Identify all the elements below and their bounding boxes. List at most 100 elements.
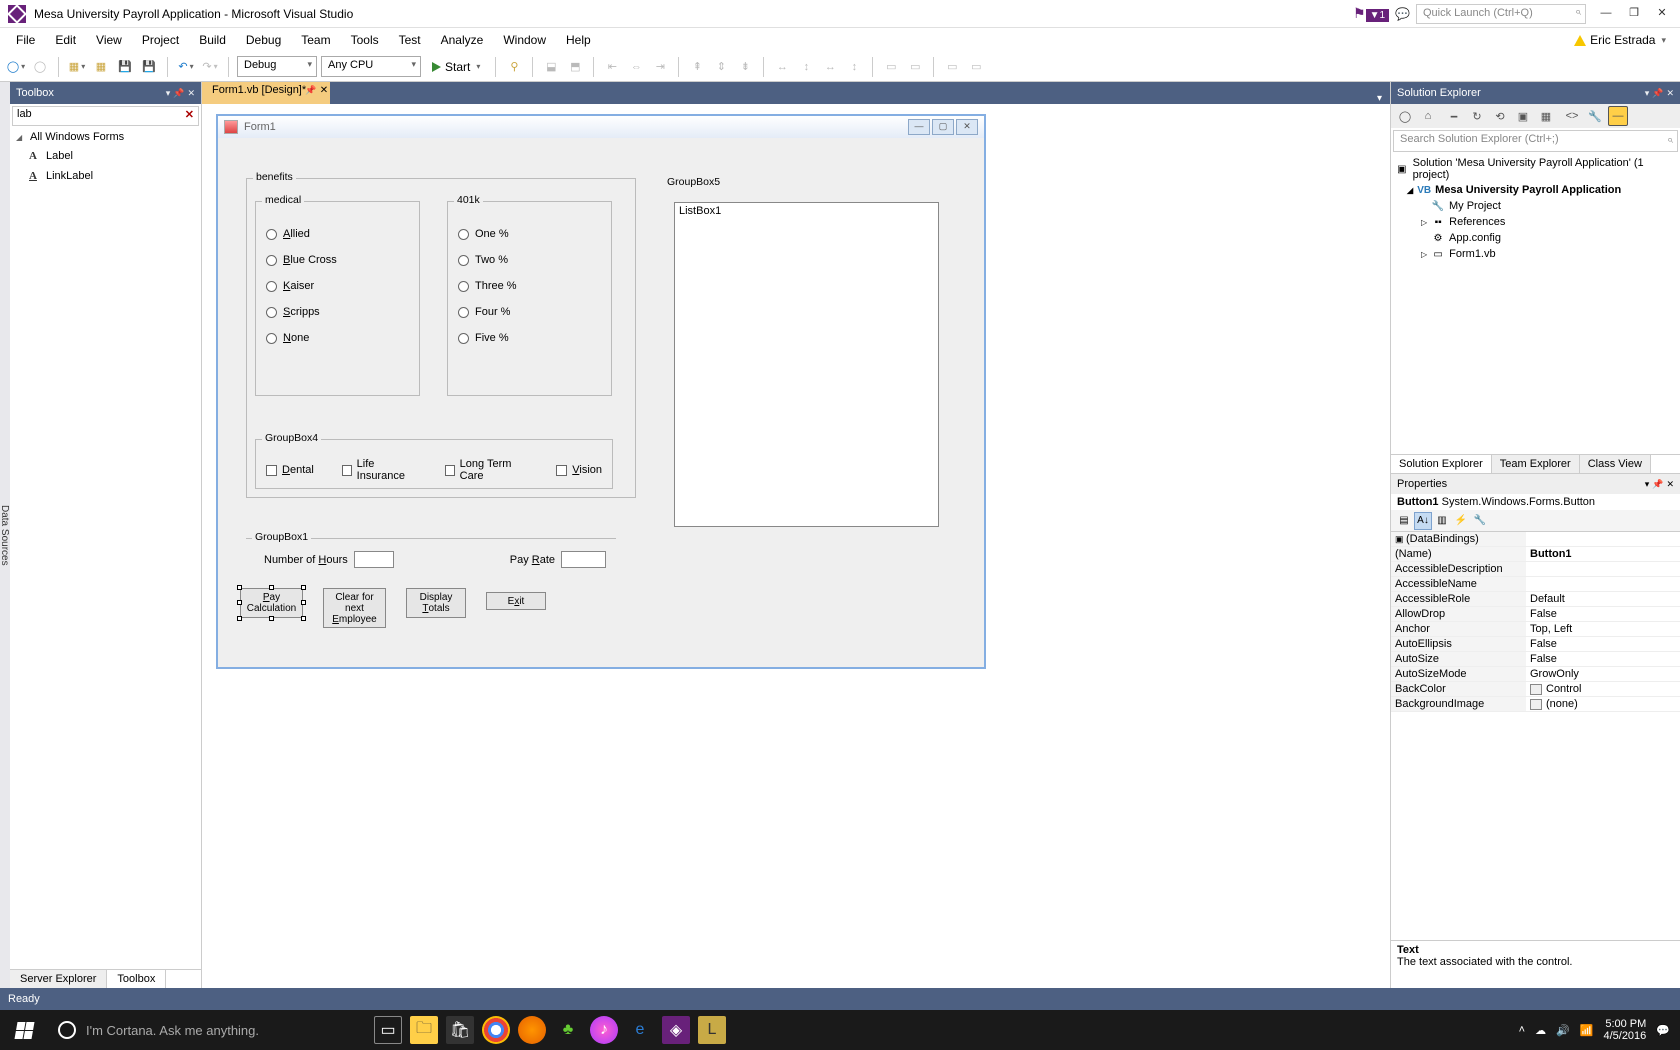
sln-root[interactable]: ▣Solution 'Mesa University Payroll Appli… [1391, 156, 1680, 182]
menu-analyze[interactable]: Analyze [431, 31, 494, 49]
minimize-button[interactable]: — [1592, 4, 1620, 24]
back-icon[interactable]: ◯ [1395, 106, 1415, 126]
save-all-button[interactable]: 💾 [139, 57, 159, 77]
preview-icon[interactable]: — [1608, 106, 1628, 126]
quick-launch-input[interactable]: Quick Launch (Ctrl+Q) [1416, 4, 1586, 24]
radio-two[interactable]: Two % [458, 254, 601, 266]
sln-icon[interactable]: 🗕 [1444, 106, 1464, 126]
start-debug-button[interactable]: Start [425, 56, 487, 78]
signed-in-user[interactable]: Eric Estrada [1590, 33, 1655, 47]
property-row[interactable]: AutoSizeModeGrowOnly [1391, 667, 1680, 682]
back-button[interactable]: ◯ [6, 57, 26, 77]
menu-view[interactable]: View [86, 31, 132, 49]
config-combo[interactable]: Debug [237, 56, 317, 77]
radio-kaiser[interactable]: Kaiser [266, 280, 409, 292]
close-icon[interactable]: ✕ [187, 88, 195, 99]
pin-icon[interactable]: 📌 [305, 85, 316, 96]
property-row[interactable]: AutoEllipsisFalse [1391, 637, 1680, 652]
cortana-input[interactable]: I'm Cortana. Ask me anything. [86, 1010, 366, 1050]
radio-none[interactable]: None [266, 332, 409, 344]
collapse-icon[interactable]: ▣ [1513, 106, 1533, 126]
property-row[interactable]: AccessibleName [1391, 577, 1680, 592]
itunes-icon[interactable]: ♪ [590, 1016, 618, 1044]
onedrive-icon[interactable]: ☁ [1535, 1024, 1546, 1037]
menu-edit[interactable]: Edit [45, 31, 86, 49]
check-dental[interactable]: Dental [266, 458, 314, 482]
categorized-icon[interactable]: ▤ [1395, 512, 1413, 530]
sln-project[interactable]: ◢VBMesa University Payroll Application [1391, 182, 1680, 198]
radio-three[interactable]: Three % [458, 280, 601, 292]
new-project-button[interactable]: ▦ [67, 57, 87, 77]
home-icon[interactable]: ⌂ [1418, 106, 1438, 126]
property-row[interactable]: AccessibleRoleDefault [1391, 592, 1680, 607]
display-totals-button[interactable]: Display Totals [406, 588, 466, 618]
dropdown-icon[interactable]: ▾ [1645, 88, 1650, 99]
store-icon[interactable]: 🛍 [446, 1016, 474, 1044]
props-icon[interactable]: 🔧 [1585, 106, 1605, 126]
property-row[interactable]: BackgroundImage(none) [1391, 697, 1680, 712]
check-ltc[interactable]: Long Term Care [445, 458, 528, 482]
groupbox-5[interactable]: GroupBox5 ListBox1 [658, 178, 958, 568]
code-icon[interactable]: <> [1562, 106, 1582, 126]
close-button[interactable]: ✕ [1648, 4, 1676, 24]
chrome-icon[interactable] [482, 1016, 510, 1044]
sln-appconfig[interactable]: ⚙App.config [1391, 230, 1680, 246]
radio-four[interactable]: Four % [458, 306, 601, 318]
radio-scripps[interactable]: Scripps [266, 306, 409, 318]
tab-team-explorer[interactable]: Team Explorer [1492, 455, 1580, 473]
tab-class-view[interactable]: Class View [1580, 455, 1651, 473]
clear-search-icon[interactable]: ✕ [185, 108, 194, 121]
pin-icon[interactable]: 📌 [1652, 479, 1663, 490]
user-dropdown-icon[interactable]: ▾ [1661, 35, 1666, 46]
open-file-button[interactable]: ▦ [91, 57, 111, 77]
menu-debug[interactable]: Debug [236, 31, 291, 49]
menu-window[interactable]: Window [493, 31, 556, 49]
clear-employee-button[interactable]: Clear for next Employee [323, 588, 386, 628]
tab-overflow-icon[interactable]: ▾ [1369, 93, 1390, 104]
network-icon[interactable]: 📶 [1580, 1024, 1594, 1037]
app-icon[interactable]: L [698, 1016, 726, 1044]
start-button[interactable] [0, 1010, 48, 1050]
groupbox-401k[interactable]: 401k One % Two % Three % Four % Five % [447, 201, 612, 396]
menu-build[interactable]: Build [189, 31, 236, 49]
sln-search-input[interactable]: Search Solution Explorer (Ctrl+;) [1393, 130, 1678, 152]
sln-myproject[interactable]: 🔧My Project [1391, 198, 1680, 214]
groupbox-1[interactable]: GroupBox1 Number of Hours Pay Rate [246, 538, 616, 573]
menu-team[interactable]: Team [291, 31, 340, 49]
exit-button[interactable]: Exit [486, 592, 546, 610]
file-explorer-icon[interactable]: 🗀 [410, 1016, 438, 1044]
property-row[interactable]: (Name)Button1 [1391, 547, 1680, 562]
events-icon[interactable]: ⚡ [1452, 512, 1470, 530]
app-icon[interactable]: ♣ [554, 1016, 582, 1044]
hours-input[interactable] [354, 551, 394, 568]
toolbox-category[interactable]: ◢All Windows Forms [10, 128, 201, 146]
taskview-icon[interactable]: ▭ [374, 1016, 402, 1044]
undo-button[interactable]: ↶ [176, 57, 196, 77]
refresh-icon[interactable]: ↻ [1467, 106, 1487, 126]
toolbox-search-input[interactable]: lab ✕ [12, 106, 199, 126]
property-row[interactable]: AutoSizeFalse [1391, 652, 1680, 667]
close-icon[interactable]: ✕ [1666, 88, 1674, 99]
save-button[interactable]: 💾 [115, 57, 135, 77]
alphabetical-icon[interactable]: A↓ [1414, 512, 1432, 530]
notifications-icon[interactable]: 💬 [1656, 1024, 1670, 1037]
radio-allied[interactable]: Allied [266, 228, 409, 240]
feedback-icon[interactable]: 💬 [1395, 7, 1410, 21]
edge-icon[interactable]: e [626, 1016, 654, 1044]
menu-test[interactable]: Test [389, 31, 431, 49]
dropdown-icon[interactable]: ▾ [166, 88, 171, 99]
menu-help[interactable]: Help [556, 31, 601, 49]
radio-five[interactable]: Five % [458, 332, 601, 344]
data-sources-tab[interactable]: Data Sources [0, 82, 10, 988]
pay-calculation-button[interactable]: PayCalculation [240, 588, 303, 618]
menu-tools[interactable]: Tools [341, 31, 389, 49]
property-row[interactable]: BackColorControl [1391, 682, 1680, 697]
close-tab-icon[interactable]: ✕ [320, 85, 328, 96]
toolbar-icon[interactable]: ⚲ [504, 57, 524, 77]
property-row[interactable]: (DataBindings) [1391, 532, 1680, 547]
menu-project[interactable]: Project [132, 31, 189, 49]
tray-up-icon[interactable]: ˄ [1519, 1024, 1525, 1036]
menu-file[interactable]: File [6, 31, 45, 49]
listbox-1[interactable]: ListBox1 [674, 202, 939, 527]
tab-toolbox[interactable]: Toolbox [107, 970, 166, 988]
